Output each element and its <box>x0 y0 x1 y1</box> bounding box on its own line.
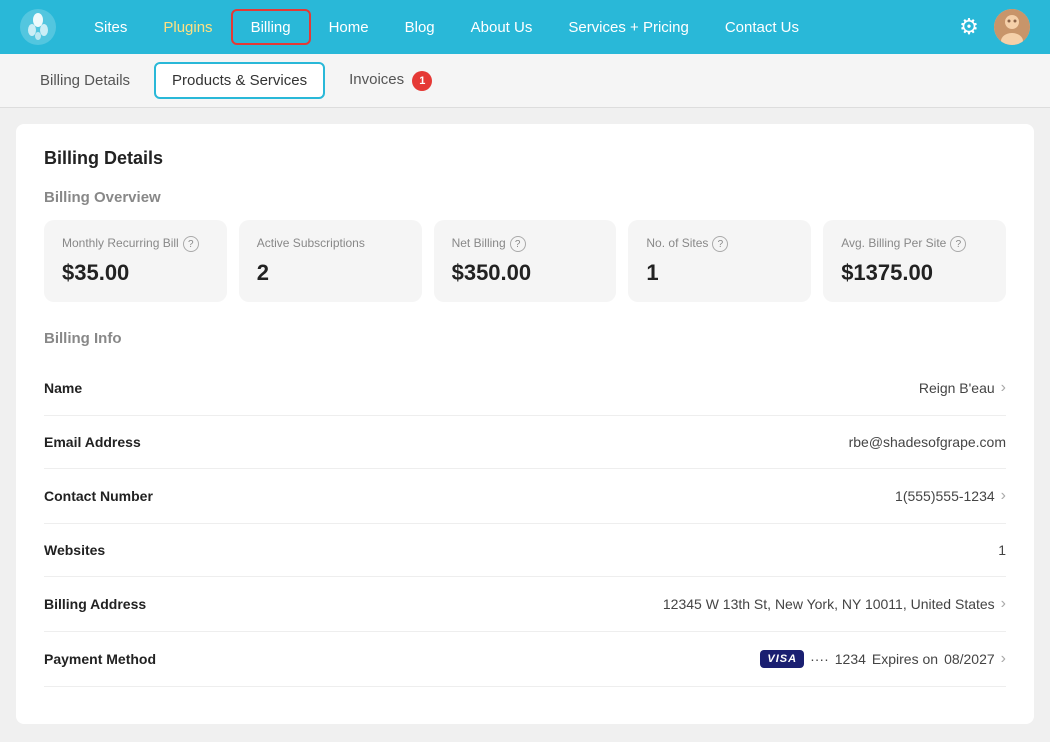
info-label-contact: Contact Number <box>44 488 153 504</box>
info-row-payment[interactable]: Payment Method VISA ···· 1234 Expires on… <box>44 632 1006 687</box>
card-net-billing-label: Net Billing ? <box>452 236 599 252</box>
help-monthly-recurring[interactable]: ? <box>183 236 199 252</box>
card-net-billing: Net Billing ? $350.00 <box>434 220 617 302</box>
card-avg-billing-label: Avg. Billing Per Site ? <box>841 236 988 252</box>
chevron-address-icon: › <box>1001 595 1006 613</box>
payment-expires-label: Expires on <box>872 651 938 667</box>
card-avg-billing-value: $1375.00 <box>841 260 988 286</box>
invoices-label: Invoices <box>349 71 404 88</box>
nav-right: ⚙ <box>954 9 1030 45</box>
info-row-email: Email Address rbe@shadesofgrape.com <box>44 416 1006 469</box>
nav-items: Sites Plugins Billing Home Blog About Us… <box>76 0 954 54</box>
info-value-websites: 1 <box>998 542 1006 558</box>
nav-item-sites[interactable]: Sites <box>76 0 145 54</box>
nav-item-contact[interactable]: Contact Us <box>707 0 817 54</box>
sub-nav: Billing Details Products & Services Invo… <box>0 54 1050 108</box>
info-label-name: Name <box>44 380 82 396</box>
avatar-image <box>994 9 1030 45</box>
subnav-products-services[interactable]: Products & Services <box>154 62 325 99</box>
info-value-email: rbe@shadesofgrape.com <box>849 434 1006 450</box>
help-no-of-sites[interactable]: ? <box>712 236 728 252</box>
card-avg-billing: Avg. Billing Per Site ? $1375.00 <box>823 220 1006 302</box>
payment-dots: ···· <box>810 651 829 667</box>
chevron-contact-icon: › <box>1001 487 1006 505</box>
info-value-address: 12345 W 13th St, New York, NY 10011, Uni… <box>663 595 1006 613</box>
subnav-invoices[interactable]: Invoices 1 <box>333 63 448 99</box>
info-label-email: Email Address <box>44 434 141 450</box>
info-row-name[interactable]: Name Reign B'eau › <box>44 361 1006 416</box>
billing-info-section: Name Reign B'eau › Email Address rbe@sha… <box>44 361 1006 687</box>
info-row-contact[interactable]: Contact Number 1(555)555-1234 › <box>44 469 1006 524</box>
info-label-websites: Websites <box>44 542 105 558</box>
top-nav: Sites Plugins Billing Home Blog About Us… <box>0 0 1050 54</box>
nav-item-blog[interactable]: Blog <box>387 0 453 54</box>
card-no-of-sites-label: No. of Sites ? <box>646 236 793 252</box>
logo-icon[interactable] <box>20 9 56 45</box>
main-content: Billing Details Billing Overview Monthly… <box>16 124 1034 724</box>
page-title: Billing Details <box>44 148 1006 169</box>
nav-item-home[interactable]: Home <box>311 0 387 54</box>
invoices-badge: 1 <box>412 71 432 91</box>
overview-cards: Monthly Recurring Bill ? $35.00 Active S… <box>44 220 1006 302</box>
payment-expires-date: 08/2027 <box>944 651 995 667</box>
help-net-billing[interactable]: ? <box>510 236 526 252</box>
card-active-subscriptions-label: Active Subscriptions <box>257 236 404 252</box>
visa-badge: VISA <box>760 650 804 668</box>
info-row-address[interactable]: Billing Address 12345 W 13th St, New Yor… <box>44 577 1006 632</box>
card-monthly-recurring: Monthly Recurring Bill ? $35.00 <box>44 220 227 302</box>
card-net-billing-value: $350.00 <box>452 260 599 286</box>
info-label-address: Billing Address <box>44 596 146 612</box>
payment-last4: 1234 <box>835 651 866 667</box>
card-monthly-recurring-value: $35.00 <box>62 260 209 286</box>
subnav-billing-details[interactable]: Billing Details <box>24 64 146 97</box>
chevron-name-icon: › <box>1001 379 1006 397</box>
nav-item-about[interactable]: About Us <box>453 0 551 54</box>
chevron-payment-icon: › <box>1001 650 1006 668</box>
nav-item-services[interactable]: Services + Pricing <box>550 0 706 54</box>
card-no-of-sites: No. of Sites ? 1 <box>628 220 811 302</box>
info-section-title: Billing Info <box>44 330 1006 347</box>
help-avg-billing[interactable]: ? <box>950 236 966 252</box>
info-value-payment: VISA ···· 1234 Expires on 08/2027 › <box>760 650 1006 668</box>
info-value-contact: 1(555)555-1234 › <box>895 487 1006 505</box>
nav-item-plugins[interactable]: Plugins <box>145 0 230 54</box>
settings-icon[interactable]: ⚙ <box>954 12 984 42</box>
overview-section-title: Billing Overview <box>44 189 1006 206</box>
avatar[interactable] <box>994 9 1030 45</box>
info-label-payment: Payment Method <box>44 651 156 667</box>
card-active-subscriptions-value: 2 <box>257 260 404 286</box>
info-value-name: Reign B'eau › <box>919 379 1006 397</box>
card-monthly-recurring-label: Monthly Recurring Bill ? <box>62 236 209 252</box>
card-active-subscriptions: Active Subscriptions 2 <box>239 220 422 302</box>
nav-item-billing[interactable]: Billing <box>231 9 311 45</box>
card-no-of-sites-value: 1 <box>646 260 793 286</box>
info-row-websites: Websites 1 <box>44 524 1006 577</box>
